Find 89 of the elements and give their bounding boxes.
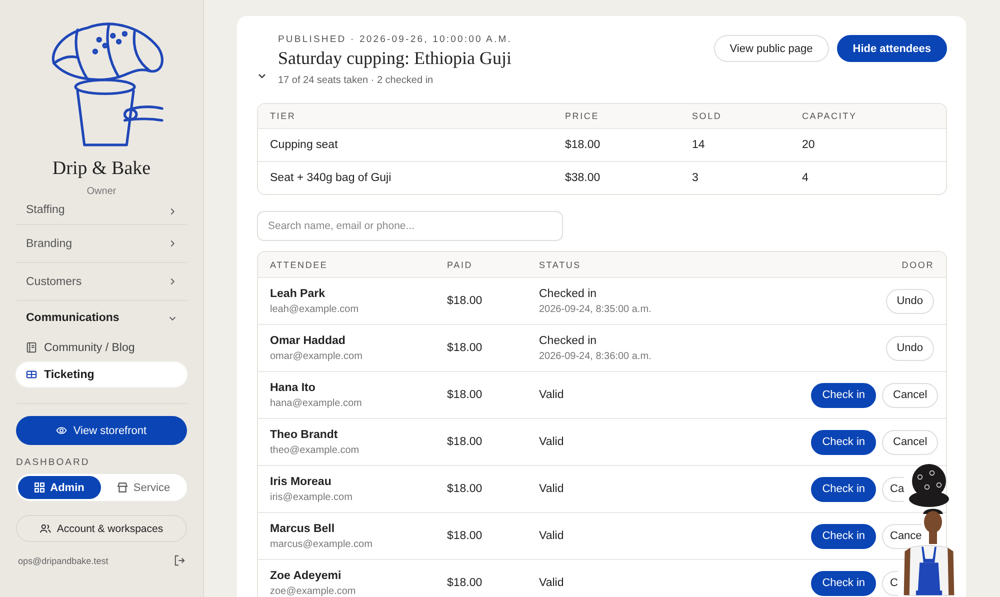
attendee-email: leah@example.com: [270, 304, 360, 314]
door-button[interactable]: Check in: [811, 570, 876, 596]
published-date: PUBLISHED · 2026-09-26, 10:00:00 A.M.: [278, 34, 513, 45]
seat-summary: 17 of 24 seats taken · 2 checked in: [278, 75, 434, 86]
people-icon: [40, 523, 51, 534]
attendee-name: Marcus Bell: [270, 522, 336, 534]
table-cell-text: 20: [802, 139, 816, 151]
check-in-time: 2026-09-24, 8:36:00 a.m.: [539, 350, 652, 362]
table-cell-text: 14: [692, 139, 706, 151]
document-icon: [26, 342, 37, 353]
attendee-name: Omar Haddad: [270, 334, 346, 346]
table-cell-text: $18.00: [447, 436, 484, 448]
status-text: Valid: [539, 577, 565, 589]
chevron-icon: [168, 239, 177, 248]
check-in-time: 2026-09-24, 8:35:00 a.m.: [539, 304, 652, 314]
table-cell-text: $18.00: [447, 530, 484, 542]
store-icon: [117, 482, 128, 493]
toggle-option[interactable]: Admin: [18, 476, 100, 499]
logout-icon[interactable]: [174, 555, 185, 566]
nav-group[interactable]: Branding: [16, 225, 187, 263]
attendee-email: iris@example.com: [270, 492, 354, 502]
chevron-icon: [168, 277, 177, 286]
table-cell-text: $18.00: [447, 483, 484, 495]
table-cell-text: $18.00: [447, 389, 484, 401]
table-cell-text: $18.00: [447, 577, 484, 589]
figure-head-drawing: [920, 506, 946, 544]
column-header: ATTENDEE: [270, 260, 329, 270]
account-button[interactable]: Account & workspaces: [16, 515, 187, 542]
nav-group[interactable]: Customers: [16, 263, 187, 301]
door-button[interactable]: Check in: [811, 382, 876, 408]
status-text: Valid: [539, 483, 565, 495]
attendee-name: Hana Ito: [270, 382, 316, 394]
attendee-email: hana@example.com: [270, 398, 363, 408]
status-text: Checked in: [539, 334, 598, 346]
column-header: TIER: [270, 111, 297, 121]
column-header: STATUS: [539, 260, 582, 270]
nav-item[interactable]: Community / Blog: [16, 335, 187, 360]
table-cell-text: $18.00: [447, 342, 484, 354]
table-cell-text: Seat + 340g bag of Guji: [270, 172, 392, 184]
column-header: SOLD: [692, 111, 723, 121]
toggle-option[interactable]: Service: [102, 476, 185, 499]
table-cell-text: 3: [692, 172, 700, 184]
status-text: Valid: [539, 389, 565, 401]
view-storefront-button[interactable]: View storefront: [16, 416, 187, 445]
door-button[interactable]: Cancel: [882, 430, 938, 454]
eye-icon: [56, 425, 68, 436]
attendee-name: Zoe Adeyemi: [270, 570, 342, 582]
column-header: PRICE: [565, 111, 600, 121]
table-cell-text: $38.00: [565, 172, 602, 184]
door-button[interactable]: Undo: [886, 288, 934, 314]
grid-icon: [34, 482, 46, 493]
table-cell-text: 4: [802, 172, 810, 184]
table-cell-text: $18.00: [565, 139, 602, 151]
search-field[interactable]: Search name, email or phone...: [257, 211, 563, 241]
column-header: DOOR: [902, 260, 934, 270]
event-title: Saturday cupping: Ethiopia Guji: [278, 48, 512, 69]
section-label: DASHBOARD: [16, 457, 91, 468]
attendee-email: theo@example.com: [270, 444, 360, 456]
door-button[interactable]: Cancel: [882, 382, 938, 408]
door-button[interactable]: Check in: [811, 524, 876, 548]
table-cell-text: Cupping seat: [270, 139, 339, 151]
attendee-email: zoe@example.com: [270, 586, 357, 596]
header-button[interactable]: View public page: [714, 35, 829, 62]
status-text: Valid: [539, 436, 565, 448]
nav-group[interactable]: Staffing: [16, 193, 187, 225]
column-header: CAPACITY: [802, 111, 858, 121]
nav-item[interactable]: Ticketing: [16, 362, 187, 387]
attendee-name: Theo Brandt: [270, 428, 339, 440]
chevron-icon: [168, 207, 177, 216]
door-button[interactable]: Check in: [811, 430, 876, 454]
user-email: ops@dripandbake.test: [18, 556, 108, 566]
door-button[interactable]: Undo: [886, 336, 934, 360]
header-button[interactable]: Hide attendees: [836, 35, 947, 62]
attendee-name: Leah Park: [270, 288, 326, 300]
chevron-icon[interactable]: [257, 71, 267, 81]
attendee-email: omar@example.com: [270, 350, 364, 362]
ticket-icon: [26, 369, 37, 380]
column-header: PAID: [447, 260, 474, 270]
door-button[interactable]: Check in: [811, 476, 876, 502]
door-button[interactable]: C: [882, 570, 898, 596]
door-button[interactable]: Ca: [882, 476, 904, 502]
status-text: Valid: [539, 530, 565, 542]
status-text: Checked in: [539, 288, 598, 300]
attendee-email: marcus@example.com: [270, 538, 374, 550]
attendee-name: Iris Moreau: [270, 476, 332, 488]
brand-name: Drip & Bake: [51, 158, 152, 180]
table-cell-text: $18.00: [447, 295, 484, 307]
door-button[interactable]: Cance: [882, 524, 922, 548]
nav-group[interactable]: Communications: [16, 301, 187, 335]
